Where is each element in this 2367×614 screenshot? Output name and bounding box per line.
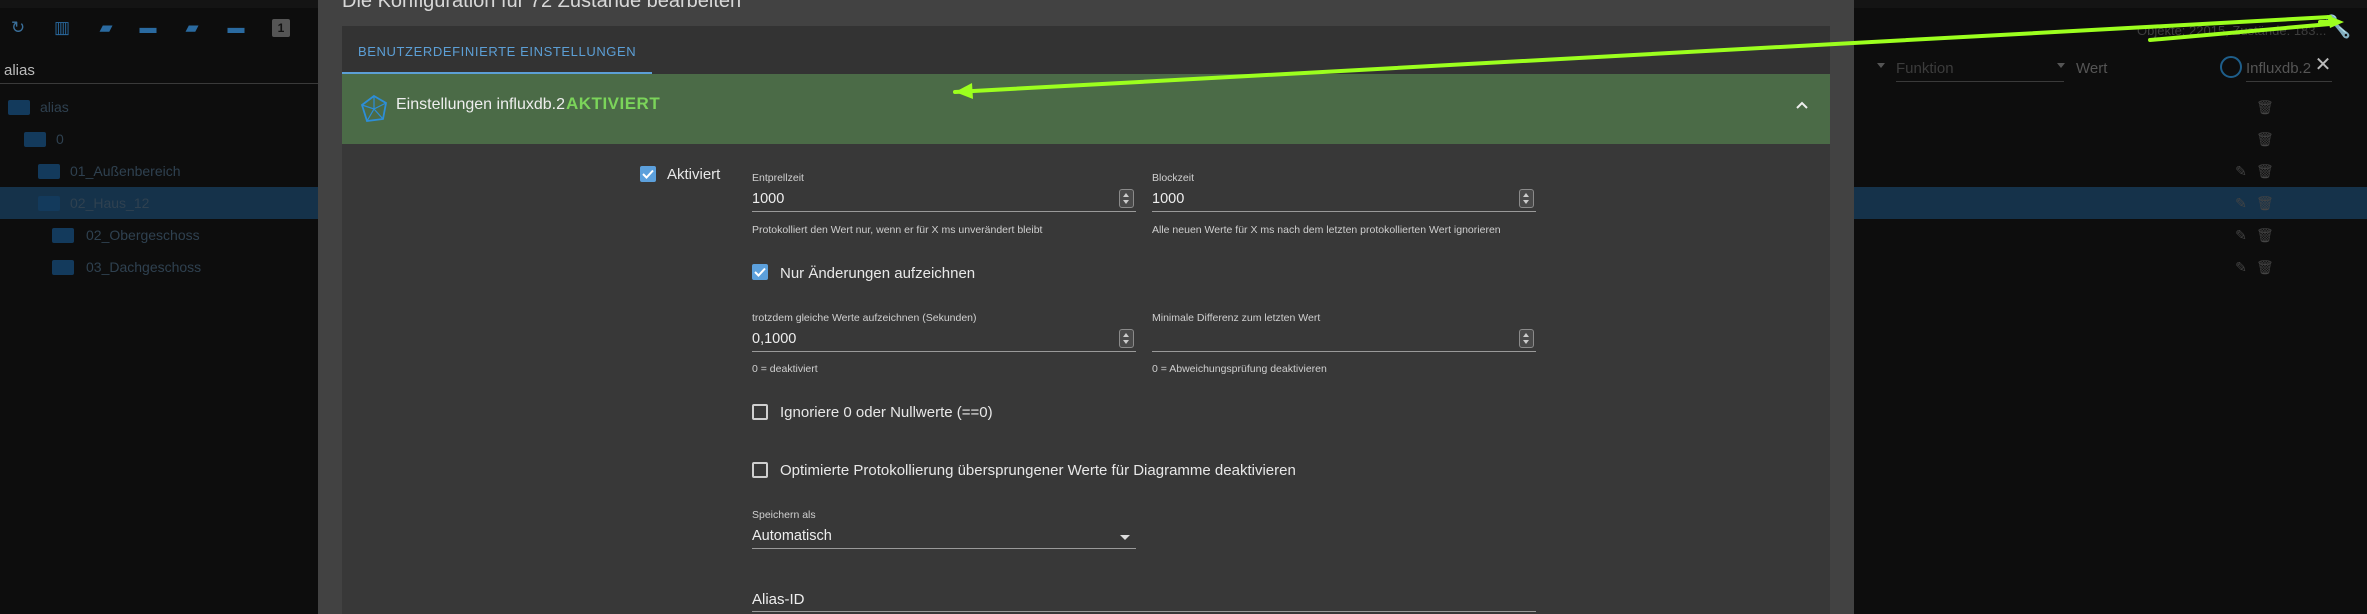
annotation-arrowhead [2327, 15, 2344, 28]
annotation-arrowhead [955, 83, 973, 99]
annotation-arrows [953, 15, 2344, 99]
annotation-arrow-to-accordion [953, 15, 2332, 94]
